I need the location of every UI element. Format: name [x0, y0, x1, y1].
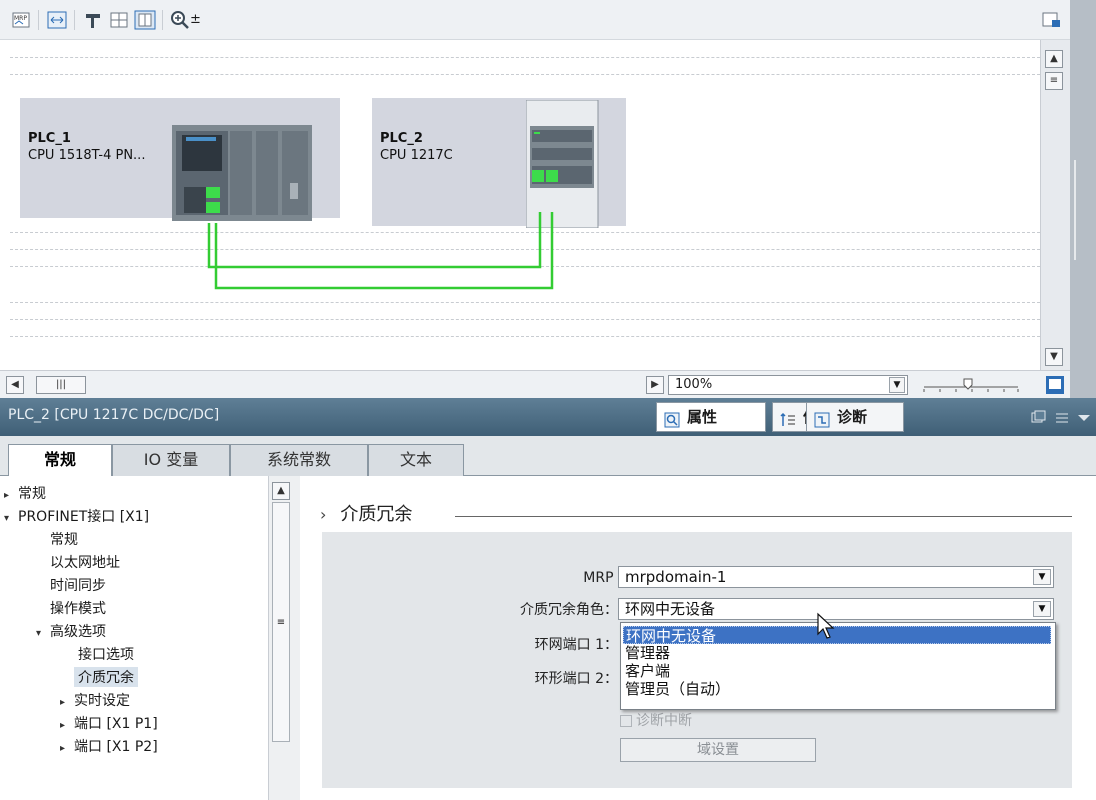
mouse-cursor-icon — [817, 612, 835, 639]
tree-item-media-redundancy[interactable]: 介质冗余 — [74, 667, 138, 687]
chevron-down-icon[interactable]: ▼ — [1033, 601, 1051, 617]
network-canvas[interactable]: PLC_1 CPU 1518T-4 PN... PLC_2 CPU 1217C — [0, 40, 1040, 368]
subtab-io-tags[interactable]: IO 变量 — [112, 444, 230, 476]
diag-interrupt-checkbox[interactable]: 诊断中断 — [620, 710, 692, 730]
tree-item-interface-options[interactable]: 接口选项 — [78, 644, 134, 664]
zoom-value: 100% — [675, 377, 713, 392]
tree-item-advanced[interactable]: ▾ 高级选项 — [36, 621, 106, 641]
scroll-left-button[interactable]: ◀ — [6, 376, 24, 394]
diagnostics-icon — [814, 409, 830, 428]
canvas-vertical-scrollbar[interactable]: ▲ ≡ ▼ — [1040, 40, 1070, 370]
network-icon[interactable]: MRP — [10, 10, 32, 30]
tree-item-time-sync[interactable]: 时间同步 — [50, 575, 106, 595]
mrp-domain-label: MRP 域 — [583, 570, 632, 586]
section-divider — [455, 516, 1072, 517]
tab-diagnostics[interactable]: 诊断 — [806, 402, 904, 432]
tree-scroll-thumb[interactable]: ≡ — [272, 502, 290, 742]
role-option[interactable]: 管理器 — [623, 644, 1051, 662]
overview-icon[interactable] — [1040, 10, 1062, 30]
tree-item-ethernet[interactable]: 以太网地址 — [50, 552, 120, 572]
pin-icon[interactable] — [82, 10, 104, 30]
window-controls-icon[interactable] — [1030, 410, 1092, 426]
zoom-arrow[interactable]: ± — [190, 10, 202, 30]
scroll-thumb[interactable]: ≡ — [1045, 72, 1063, 90]
properties-content: › 介质冗余 MRP 域 mrpdomain-1 ▼ 介质冗余角色： 环网中无设备… — [300, 476, 1096, 800]
property-tree: ▸ 常规 ▾ PROFINET接口 [X1] 常规 以太网地址 时间同步 操作模式 … — [0, 476, 268, 800]
subtab-general[interactable]: 常规 — [8, 444, 112, 477]
h-scroll-thumb[interactable]: ||| — [36, 376, 86, 394]
tree-item-profinet[interactable]: ▾ PROFINET接口 [X1] — [4, 506, 149, 526]
tree-item-general[interactable]: ▸ 常规 — [4, 483, 46, 503]
section-title: › 介质冗余 — [320, 504, 413, 525]
svg-text:MRP: MRP — [14, 15, 27, 22]
subtab-system-constants[interactable]: 系统常数 — [230, 444, 368, 476]
properties-icon — [664, 409, 680, 428]
tree-item-realtime[interactable]: ▸ 实时设定 — [60, 690, 130, 710]
inspector-title: PLC_2 [CPU 1217C DC/DC/DC] — [8, 407, 220, 423]
role-label: 介质冗余角色： — [520, 602, 618, 618]
domain-settings-button[interactable]: 域设置 — [620, 738, 816, 762]
profinet-connections — [207, 212, 554, 290]
side-panel-tab[interactable] — [1070, 0, 1096, 400]
navigator-icon[interactable] — [1044, 374, 1066, 396]
settings-panel: MRP 域 mrpdomain-1 ▼ 介质冗余角色： 环网中无设备 ▼ 环网端… — [322, 532, 1072, 788]
role-option[interactable]: 管理员（自动） — [623, 680, 1051, 698]
role-option[interactable]: 客户端 — [623, 662, 1051, 680]
tree-item-port2[interactable]: ▸ 端口 [X1 P2] — [60, 736, 158, 756]
network-view-toolbar: MRP ± — [0, 0, 1070, 40]
property-subtabs: 常规 IO 变量 系统常数 文本 — [0, 436, 1096, 477]
scroll-down-button[interactable]: ▼ — [1045, 348, 1063, 366]
tree-item-operating-mode[interactable]: 操作模式 — [50, 598, 106, 618]
scroll-up-button[interactable]: ▲ — [1045, 50, 1063, 68]
chevron-down-icon[interactable]: ▼ — [1033, 569, 1051, 585]
mrp-domain-select[interactable]: mrpdomain-1 ▼ — [618, 566, 1054, 588]
ring-port1-label: 环网端口 1： — [534, 637, 618, 653]
tree-scroll-up[interactable]: ▲ — [272, 482, 290, 500]
zoom-slider[interactable] — [920, 375, 1024, 395]
ring-port2-label: 环形端口 2： — [534, 671, 618, 687]
info-list-icon — [780, 409, 796, 426]
panel-icon[interactable] — [134, 10, 156, 30]
subtab-texts[interactable]: 文本 — [368, 444, 464, 476]
zoom-icon[interactable] — [170, 10, 190, 30]
table-icon[interactable] — [108, 10, 130, 30]
canvas-horizontal-bar: ◀ ||| ▶ 100% ▼ — [0, 370, 1070, 398]
tab-properties[interactable]: 属性 — [656, 402, 766, 432]
chevron-right-icon: › — [320, 505, 327, 524]
zoom-combo[interactable]: 100% ▼ — [668, 375, 908, 395]
connect-icon[interactable] — [46, 10, 68, 30]
tree-item-port1[interactable]: ▸ 端口 [X1 P1] — [60, 713, 158, 733]
inspector-header: PLC_2 [CPU 1217C DC/DC/DC] 属性 信息 i 诊断 — [0, 398, 1096, 436]
chevron-down-icon[interactable]: ▼ — [889, 377, 905, 393]
tree-item-if-general[interactable]: 常规 — [50, 529, 78, 549]
scroll-right-button[interactable]: ▶ — [646, 376, 664, 394]
tree-scrollbar[interactable]: ▲ ≡ — [268, 476, 300, 800]
